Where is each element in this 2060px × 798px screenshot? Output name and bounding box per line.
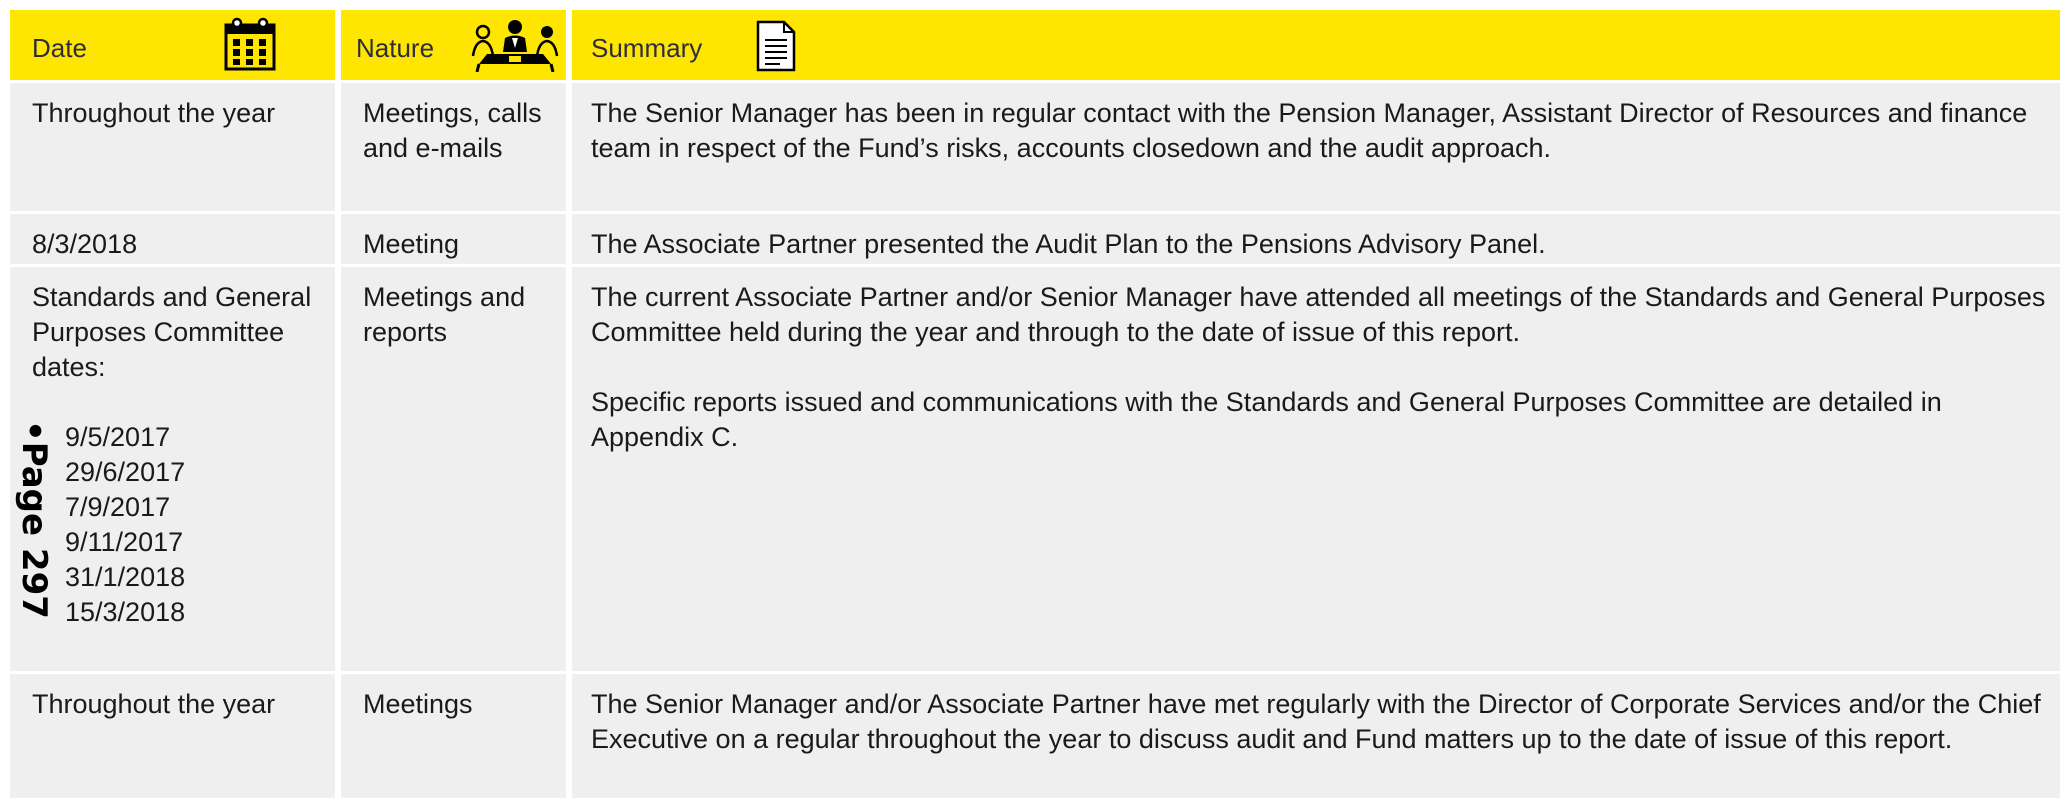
row-3-summary: The current Associate Partner and/or Sen… bbox=[572, 267, 2060, 671]
row-1-summary: The Senior Manager has been in regular c… bbox=[572, 83, 2060, 211]
row-1-nature: Meetings, calls and e-mails bbox=[341, 83, 566, 211]
committee-date: 31/1/2018 bbox=[65, 562, 186, 592]
document-icon bbox=[756, 20, 796, 72]
row-2-date: 8/3/2018 bbox=[10, 214, 335, 264]
row-4-summary: The Senior Manager and/or Associate Part… bbox=[572, 674, 2060, 798]
committee-date-list: 9/5/2017 29/6/2017 7/9/2017 9/11/2017 31… bbox=[32, 420, 313, 630]
calendar-icon bbox=[224, 17, 276, 71]
committee-date: 9/5/2017 bbox=[65, 422, 171, 452]
header-summary: Summary bbox=[572, 10, 2060, 80]
meeting-icon bbox=[471, 20, 559, 72]
header-date-label: Date bbox=[32, 33, 87, 63]
row-4-nature: Meetings bbox=[341, 674, 566, 798]
header-date: Date bbox=[10, 10, 335, 80]
row-2-nature: Meeting bbox=[341, 214, 566, 264]
row-1-date: Throughout the year bbox=[10, 83, 335, 211]
communications-table: Date Nature Summary Throughout the year … bbox=[10, 10, 2060, 798]
committee-dates-label: Standards and General Purposes Committee… bbox=[32, 282, 312, 382]
header-nature: Nature bbox=[341, 10, 566, 80]
page-number-text: •Page 297 bbox=[14, 420, 54, 619]
summary-paragraph: The Senior Manager and/or Associate Part… bbox=[591, 689, 2041, 754]
page-number-stamp: •Page 297 bbox=[6, 420, 66, 620]
summary-paragraph: The Associate Partner presented the Audi… bbox=[591, 229, 1546, 259]
committee-date: 29/6/2017 bbox=[65, 457, 186, 487]
committee-date: 9/11/2017 bbox=[65, 527, 184, 557]
committee-date: 15/3/2018 bbox=[65, 597, 186, 627]
row-2-summary: The Associate Partner presented the Audi… bbox=[572, 214, 2060, 264]
header-summary-label: Summary bbox=[591, 33, 703, 63]
row-3-nature: Meetings and reports bbox=[341, 267, 566, 671]
row-4-date: Throughout the year bbox=[10, 674, 335, 798]
header-nature-label: Nature bbox=[356, 33, 435, 63]
summary-paragraph: The Senior Manager has been in regular c… bbox=[591, 98, 2028, 163]
summary-paragraph: Specific reports issued and communicatio… bbox=[591, 387, 1942, 452]
committee-date: 7/9/2017 bbox=[65, 492, 171, 522]
summary-paragraph: The current Associate Partner and/or Sen… bbox=[591, 282, 2046, 347]
